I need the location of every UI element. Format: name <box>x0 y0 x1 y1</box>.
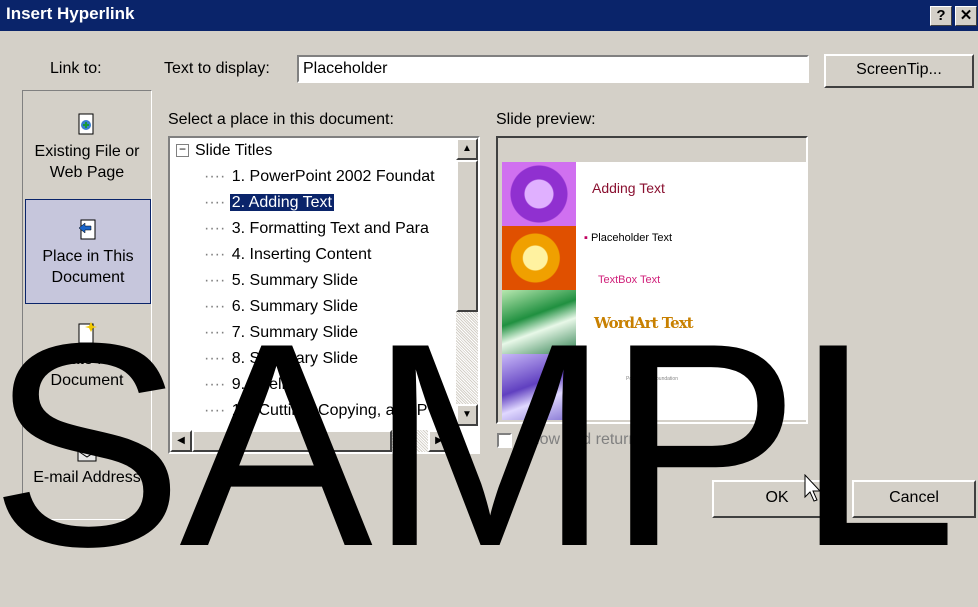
link-existing-line2: Web Page <box>49 164 125 181</box>
books-image-green <box>502 290 576 354</box>
slide-preview: Adding Text ▪ Placeholder Text TextBox T… <box>496 136 808 424</box>
link-place-line1: Place in This <box>42 248 134 265</box>
tree-connector: ···· <box>204 350 230 367</box>
tree-item-label: 10. Cutting, Copying, and P <box>231 402 428 419</box>
link-place-line2: Document <box>51 269 125 286</box>
place-in-document-icon <box>77 218 99 242</box>
link-to-label: Link to: <box>50 60 102 77</box>
tree-item-label: 3. Formatting Text and Para <box>231 220 429 237</box>
mouse-cursor-icon <box>804 473 822 509</box>
screentip-button[interactable]: ScreenTip... <box>824 54 974 88</box>
tree-root-label: Slide Titles <box>195 142 273 159</box>
link-email-address[interactable]: E-mail Address <box>23 439 151 488</box>
tree-horizontal-scrollbar[interactable]: ◀ ▶ <box>170 430 456 452</box>
tree-connector: ···· <box>204 272 230 289</box>
title-bar: Insert Hyperlink ? ✕ <box>0 0 978 31</box>
preview-slide-title: Adding Text <box>592 180 665 196</box>
preview-wordart: WordArt Text <box>594 314 694 332</box>
show-and-return-checkbox[interactable] <box>497 433 512 448</box>
tree-item-label: 8. Summary Slide <box>231 350 359 367</box>
tree-item[interactable]: ···· 10. Cutting, Copying, and P <box>204 398 429 424</box>
tree-item[interactable]: ···· 8. Summary Slide <box>204 346 360 372</box>
tree-item[interactable]: ···· 5. Summary Slide <box>204 268 360 294</box>
hscroll-thumb[interactable] <box>192 430 392 452</box>
ok-button[interactable]: OK <box>712 480 842 518</box>
collapse-icon[interactable]: − <box>176 143 189 158</box>
books-image-purple <box>502 354 576 420</box>
place-tree[interactable]: − Slide Titles ···· 1. PowerPoint 2002 Fo… <box>168 136 480 454</box>
link-create-line2: Document <box>50 372 124 389</box>
slide-preview-label: Slide preview: <box>496 111 596 128</box>
tree-connector: ···· <box>204 402 230 419</box>
tree-item-label: 1. PowerPoint 2002 Foundat <box>231 168 435 185</box>
tree-connector: ···· <box>204 376 230 393</box>
tree-item[interactable]: ···· 3. Formatting Text and Para <box>204 216 431 242</box>
scroll-thumb[interactable] <box>456 160 478 312</box>
tree-item-label: 5. Summary Slide <box>231 272 359 289</box>
dialog-title: Insert Hyperlink <box>6 4 135 23</box>
scroll-left-icon[interactable]: ◀ <box>170 430 192 452</box>
tree-item[interactable]: ···· 2. Adding Text <box>204 190 336 216</box>
link-create-line1: Create New <box>44 351 130 368</box>
tree-connector: ···· <box>204 324 230 341</box>
clock-image-orange <box>502 226 576 290</box>
tree-connector: ···· <box>204 168 230 185</box>
tree-item[interactable]: ···· 6. Summary Slide <box>204 294 360 320</box>
scroll-down-icon[interactable]: ▼ <box>456 404 478 426</box>
tree-connector: ···· <box>204 246 230 263</box>
email-icon <box>76 439 98 463</box>
tree-item[interactable]: ···· 9. Spelling <box>204 372 308 398</box>
clock-image-purple <box>502 162 576 226</box>
text-to-display-label: Text to display: <box>164 60 270 77</box>
tree-item-label: 6. Summary Slide <box>231 298 359 315</box>
tree-connector: ···· <box>204 298 230 315</box>
select-place-label: Select a place in this document: <box>168 111 394 128</box>
tree-item[interactable]: ···· 1. PowerPoint 2002 Foundat <box>204 164 437 190</box>
tree-connector: ···· <box>204 220 230 237</box>
tree-root[interactable]: − Slide Titles <box>176 138 274 164</box>
scroll-right-icon[interactable]: ▶ <box>428 430 450 452</box>
scroll-up-icon[interactable]: ▲ <box>456 138 478 160</box>
tree-item[interactable]: ···· 7. Summary Slide <box>204 320 360 346</box>
link-create-new-document[interactable]: Create New Document <box>23 321 151 391</box>
link-email-line1: E-mail Address <box>33 469 141 486</box>
slide-thumbnail: Adding Text ▪ Placeholder Text TextBox T… <box>502 162 806 420</box>
link-place-in-document[interactable]: Place in This Document <box>25 199 151 304</box>
tree-connector: ···· <box>204 194 230 211</box>
preview-footer: PowerPoint Foundation <box>626 376 678 382</box>
tree-item-label: 7. Summary Slide <box>231 324 359 341</box>
show-and-return-label: Show and return <box>520 431 638 448</box>
cancel-button[interactable]: Cancel <box>852 480 976 518</box>
tree-item[interactable]: ···· 4. Inserting Content <box>204 242 373 268</box>
new-document-icon <box>76 321 98 345</box>
preview-bullet-text: Placeholder Text <box>590 232 673 244</box>
text-to-display-input[interactable]: Placeholder <box>297 55 809 83</box>
preview-textbox: TextBox Text <box>598 274 661 286</box>
link-existing-line1: Existing File or <box>34 143 140 160</box>
close-button[interactable]: ✕ <box>955 6 977 26</box>
link-existing-file[interactable]: Existing File or Web Page <box>23 113 151 183</box>
preview-bullet: ▪ Placeholder Text <box>584 232 673 244</box>
existing-file-icon <box>76 113 98 137</box>
tree-item-label: 9. Spelling <box>231 376 307 393</box>
tree-item-label: 4. Inserting Content <box>231 246 372 263</box>
link-to-bar: Existing File or Web Page Place in This … <box>22 90 152 520</box>
tree-vertical-scrollbar[interactable]: ▲ ▼ <box>456 138 478 426</box>
tree-item-label: 2. Adding Text <box>228 193 336 212</box>
help-button[interactable]: ? <box>930 6 952 26</box>
